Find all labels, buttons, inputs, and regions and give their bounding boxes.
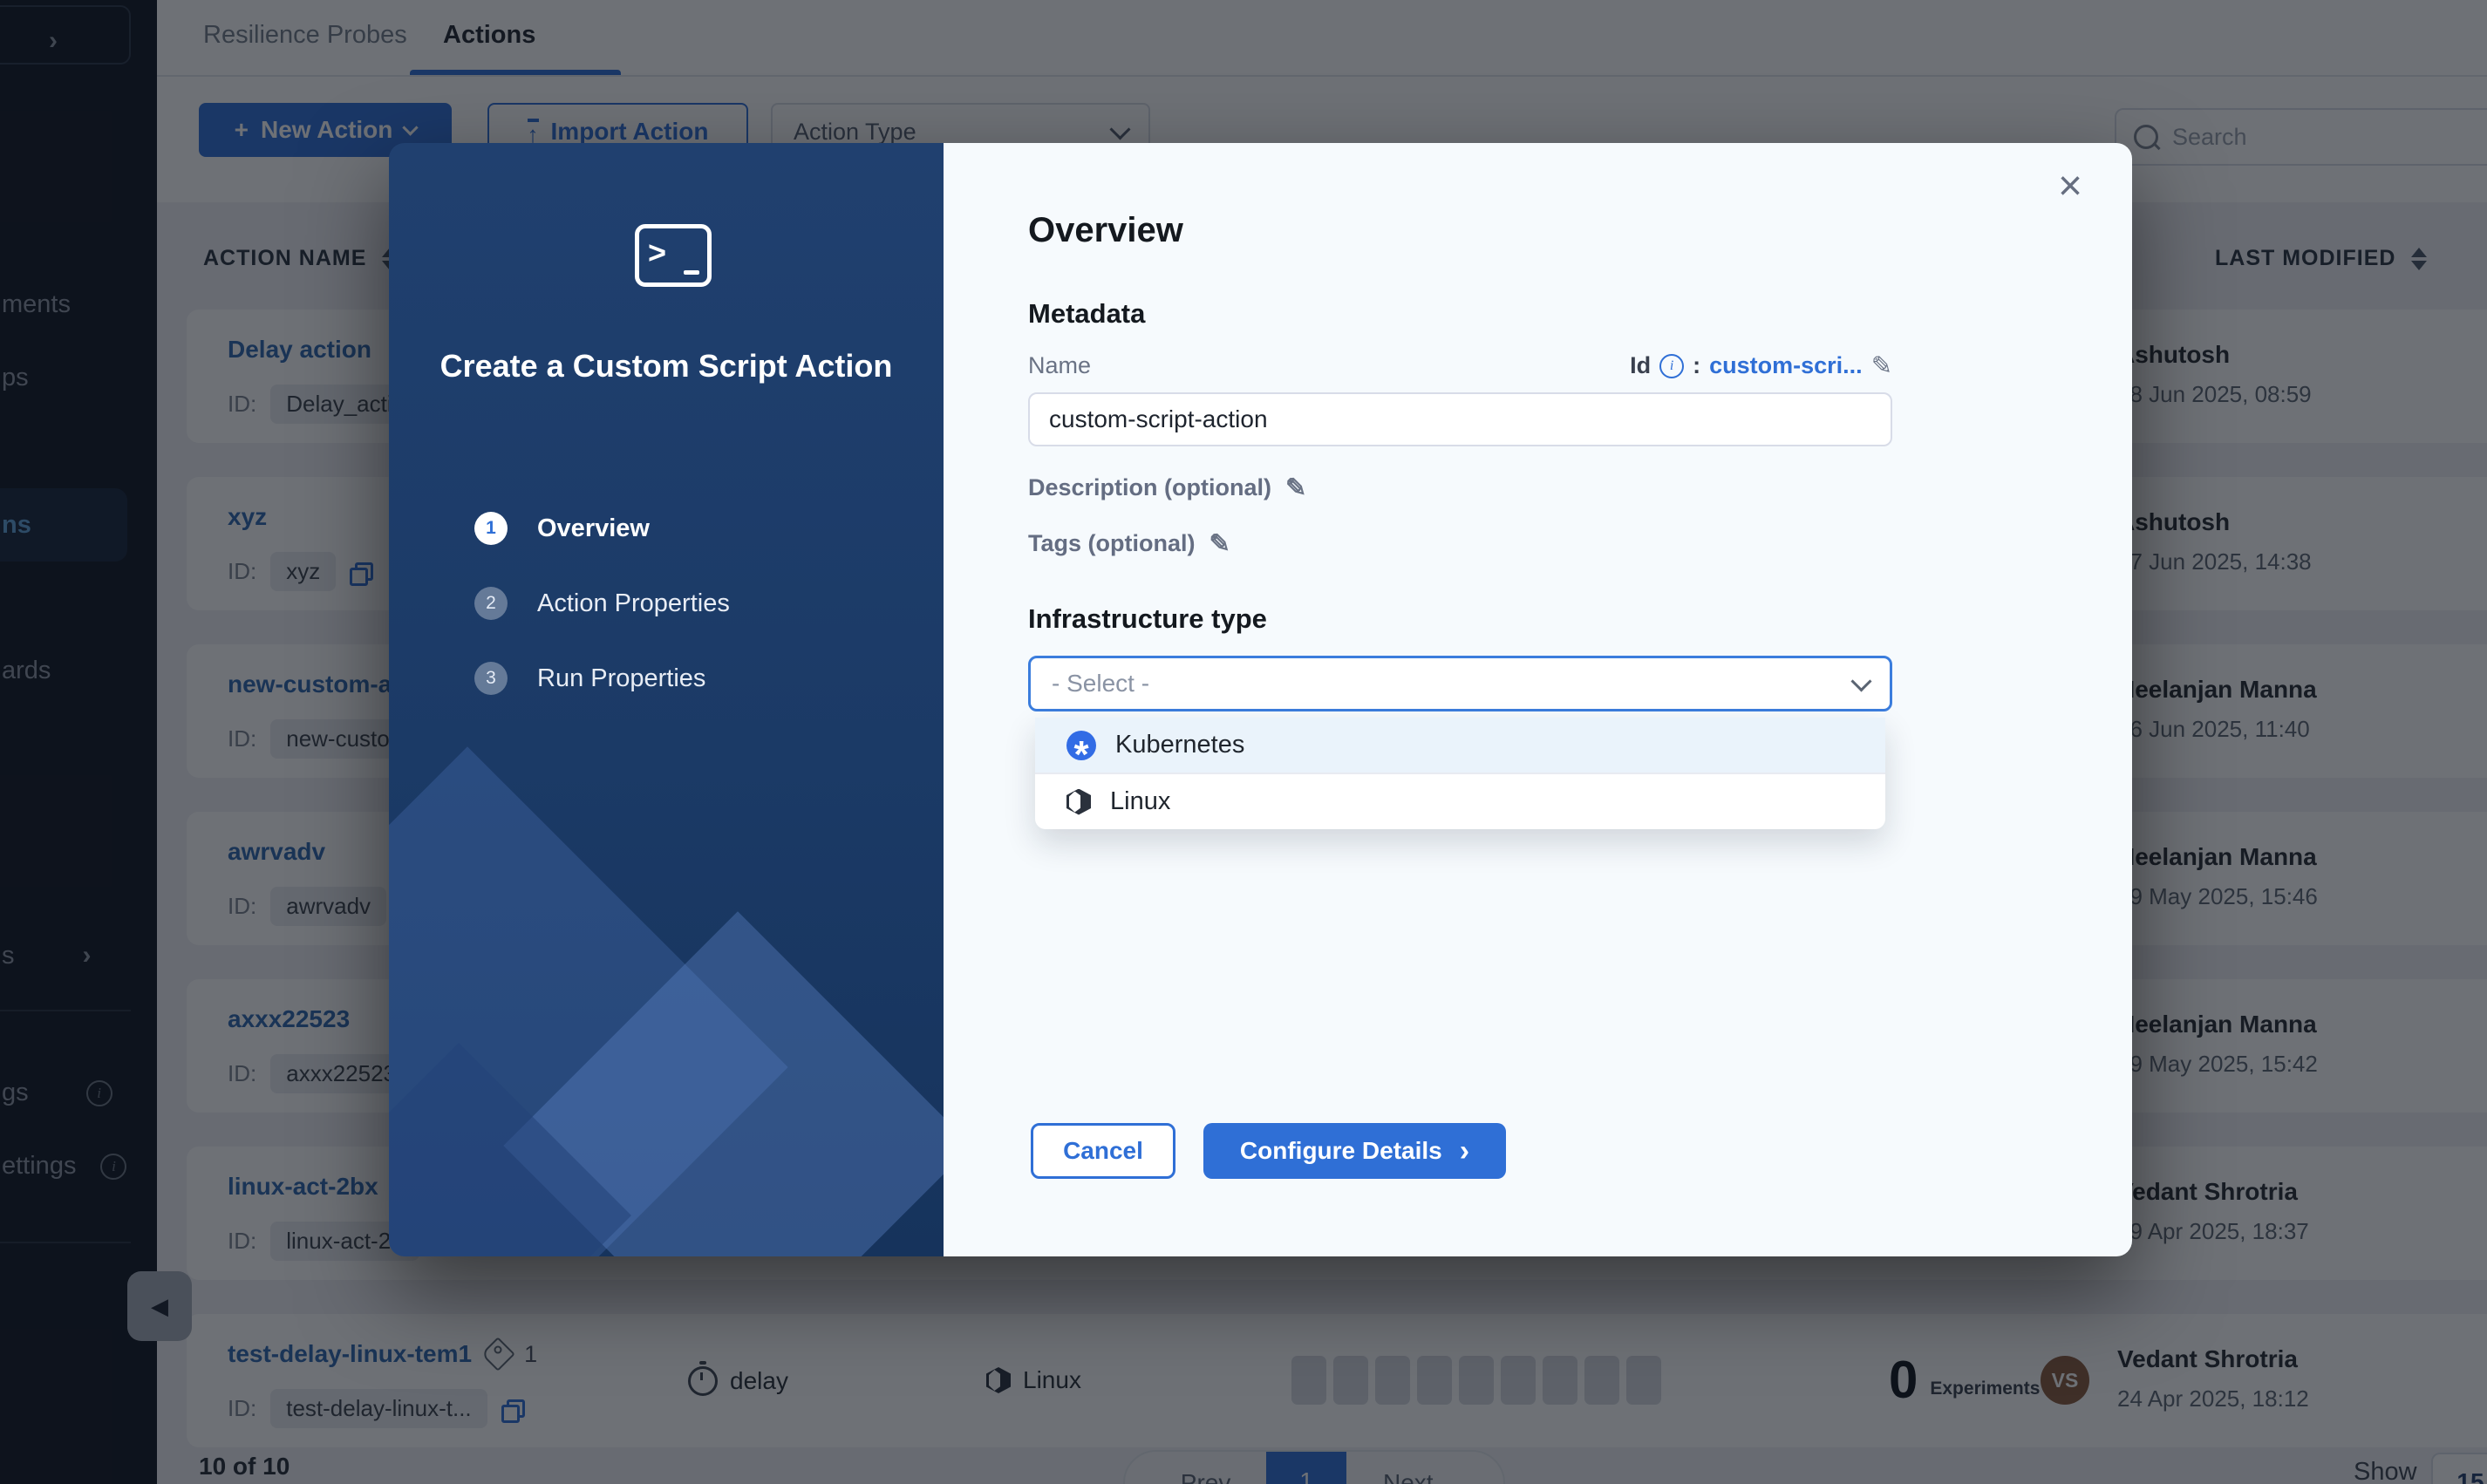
infrastructure-type-select[interactable]: - Select - (1028, 656, 1892, 711)
linux-icon (1066, 789, 1091, 815)
terminal-icon: > (635, 224, 712, 287)
infrastructure-type-heading: Infrastructure type (1028, 603, 1267, 635)
option-kubernetes[interactable]: * Kubernetes (1035, 718, 1885, 773)
app-root: › ments ps ns ards s › gs i ettings i ◀ … (0, 0, 2487, 1484)
edit-tags-icon[interactable]: ✎ (1209, 528, 1230, 559)
close-icon[interactable]: × (2058, 166, 2082, 208)
modal-left-panel: > Create a Custom Script Action 1 Overvi… (389, 143, 944, 1256)
edit-id-icon[interactable]: ✎ (1871, 351, 1892, 381)
configure-details-button[interactable]: Configure Details › (1203, 1123, 1506, 1179)
infrastructure-dropdown: * Kubernetes Linux (1035, 718, 1885, 829)
metadata-heading: Metadata (1028, 298, 1145, 330)
modal-heading: Overview (1028, 211, 1183, 250)
id-value-link[interactable]: custom-scri... (1709, 352, 1863, 379)
select-placeholder: - Select - (1052, 670, 1149, 698)
wizard-step-overview[interactable]: 1 Overview (474, 512, 650, 545)
description-label: Description (optional) ✎ (1028, 473, 1306, 503)
name-input[interactable] (1028, 392, 1892, 446)
chevron-down-icon (1850, 671, 1871, 691)
id-row: Id i : custom-scri... ✎ (1028, 351, 1892, 381)
step-number: 3 (474, 662, 508, 695)
wizard-step-action-properties[interactable]: 2 Action Properties (474, 587, 730, 620)
cancel-button[interactable]: Cancel (1031, 1123, 1175, 1179)
chevron-right-icon: › (1460, 1139, 1469, 1163)
option-linux[interactable]: Linux (1035, 774, 1885, 829)
step-number: 2 (474, 587, 508, 620)
tags-label: Tags (optional) ✎ (1028, 528, 1230, 559)
kubernetes-icon: * (1066, 731, 1096, 760)
info-icon[interactable]: i (1659, 354, 1684, 378)
edit-description-icon[interactable]: ✎ (1285, 473, 1306, 503)
wizard-title: Create a Custom Script Action (422, 345, 910, 387)
wizard-step-run-properties[interactable]: 3 Run Properties (474, 662, 705, 695)
step-number: 1 (474, 512, 508, 545)
create-custom-script-action-modal: > Create a Custom Script Action 1 Overvi… (389, 143, 2132, 1256)
